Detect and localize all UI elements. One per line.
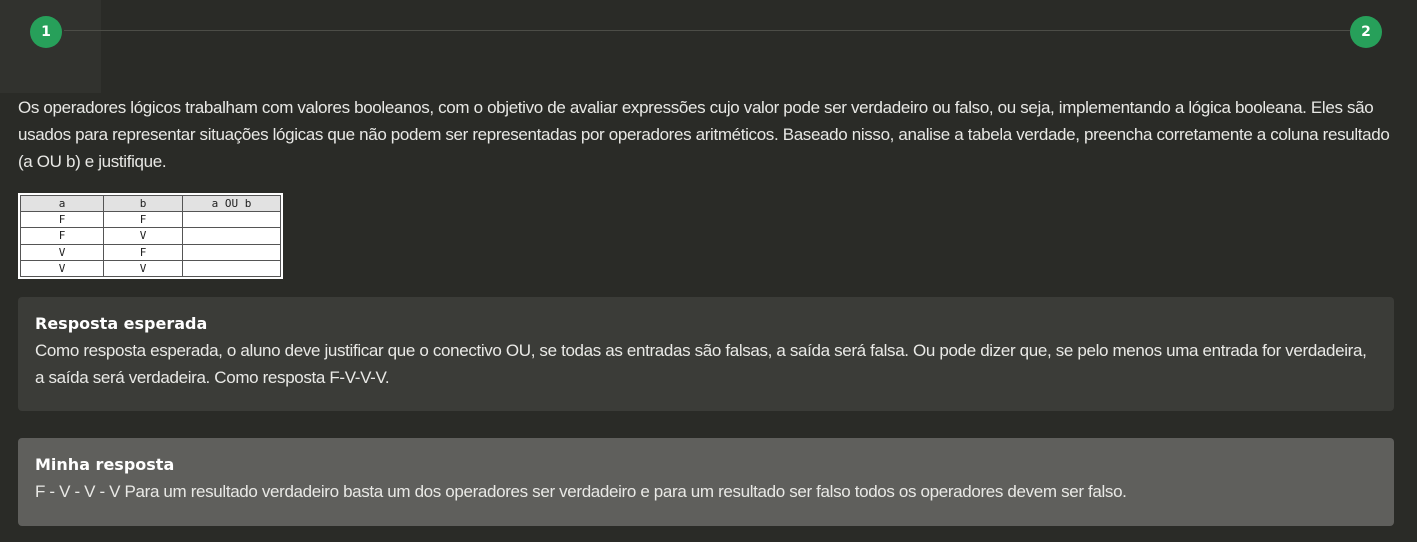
cell-b: V: [103, 259, 183, 278]
table-header-row: a b a OU b: [20, 194, 281, 213]
table-row: V V: [20, 259, 281, 278]
my-answer-body: F - V - V - V Para um resultado verdadei…: [35, 482, 1127, 501]
table-row: V F: [20, 243, 281, 261]
cell-b: F: [103, 211, 183, 229]
expected-answer-card: Resposta esperada Como resposta esperada…: [18, 297, 1394, 411]
cell-result: [182, 211, 281, 229]
cell-result: [182, 227, 281, 245]
header-a: a: [20, 194, 104, 213]
cell-a: V: [20, 243, 104, 261]
cell-a: V: [20, 259, 104, 278]
cell-result: [182, 243, 281, 261]
my-answer-card: Minha resposta F - V - V - V Para um res…: [18, 438, 1394, 526]
cell-b: V: [103, 227, 183, 245]
table-row: F V: [20, 227, 281, 245]
table-row: F F: [20, 211, 281, 229]
step-1-button[interactable]: 1: [30, 16, 62, 48]
cell-a: F: [20, 211, 104, 229]
expected-answer-title: Resposta esperada: [35, 314, 208, 333]
cell-result: [182, 259, 281, 278]
cell-a: F: [20, 227, 104, 245]
stepper-line: [64, 30, 1350, 31]
header-a-or-b: a OU b: [182, 194, 281, 213]
truth-table-image: a b a OU b F F F V V F V V: [18, 193, 283, 279]
step-2-button[interactable]: 2: [1350, 16, 1382, 48]
cell-b: F: [103, 243, 183, 261]
my-answer-title: Minha resposta: [35, 455, 175, 474]
expected-answer-body: Como resposta esperada, o aluno deve jus…: [35, 341, 1367, 387]
truth-table: a b a OU b F F F V V F V V: [20, 194, 281, 278]
question-text: Os operadores lógicos trabalham com valo…: [18, 98, 1390, 171]
header-b: b: [103, 194, 183, 213]
